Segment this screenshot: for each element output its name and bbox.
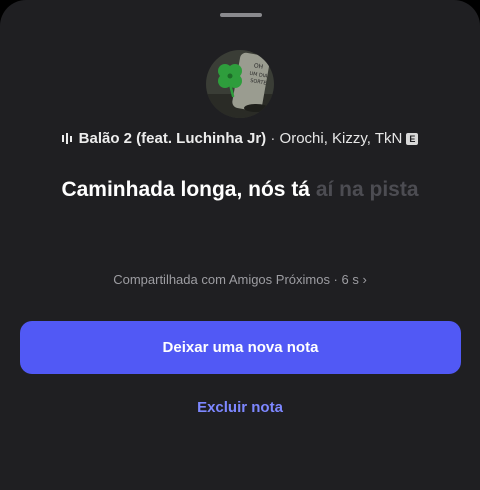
share-info[interactable]: Compartilhada com Amigos Próximos · 6 s … (0, 272, 480, 287)
song-artists: Orochi, Kizzy, TkN (279, 130, 403, 147)
song-info[interactable]: Balão 2 (feat. Luchinha Jr) · Orochi, Ki… (0, 130, 480, 148)
delete-note-button[interactable]: Excluir nota (140, 394, 340, 420)
new-note-button[interactable]: Deixar uma nova nota (20, 321, 461, 374)
lyrics-upcoming: aí na pista (310, 178, 419, 201)
song-title: Balão 2 (feat. Luchinha Jr) (78, 130, 267, 147)
album-cover[interactable]: OH UM DIA SORTE (206, 50, 274, 118)
lyrics-sung: Caminhada longa, nós tá (61, 178, 310, 201)
separator: · (266, 130, 280, 147)
album-cover-clover-icon: OH UM DIA SORTE (206, 50, 274, 118)
lyrics-line: Caminhada longa, nós tá aí na pista (0, 178, 480, 202)
sound-bars-icon (61, 131, 73, 148)
drag-handle[interactable] (220, 13, 262, 17)
note-sheet: OH UM DIA SORTE Balão 2 (feat. Luchinha … (0, 0, 480, 490)
explicit-badge: E (406, 133, 419, 145)
